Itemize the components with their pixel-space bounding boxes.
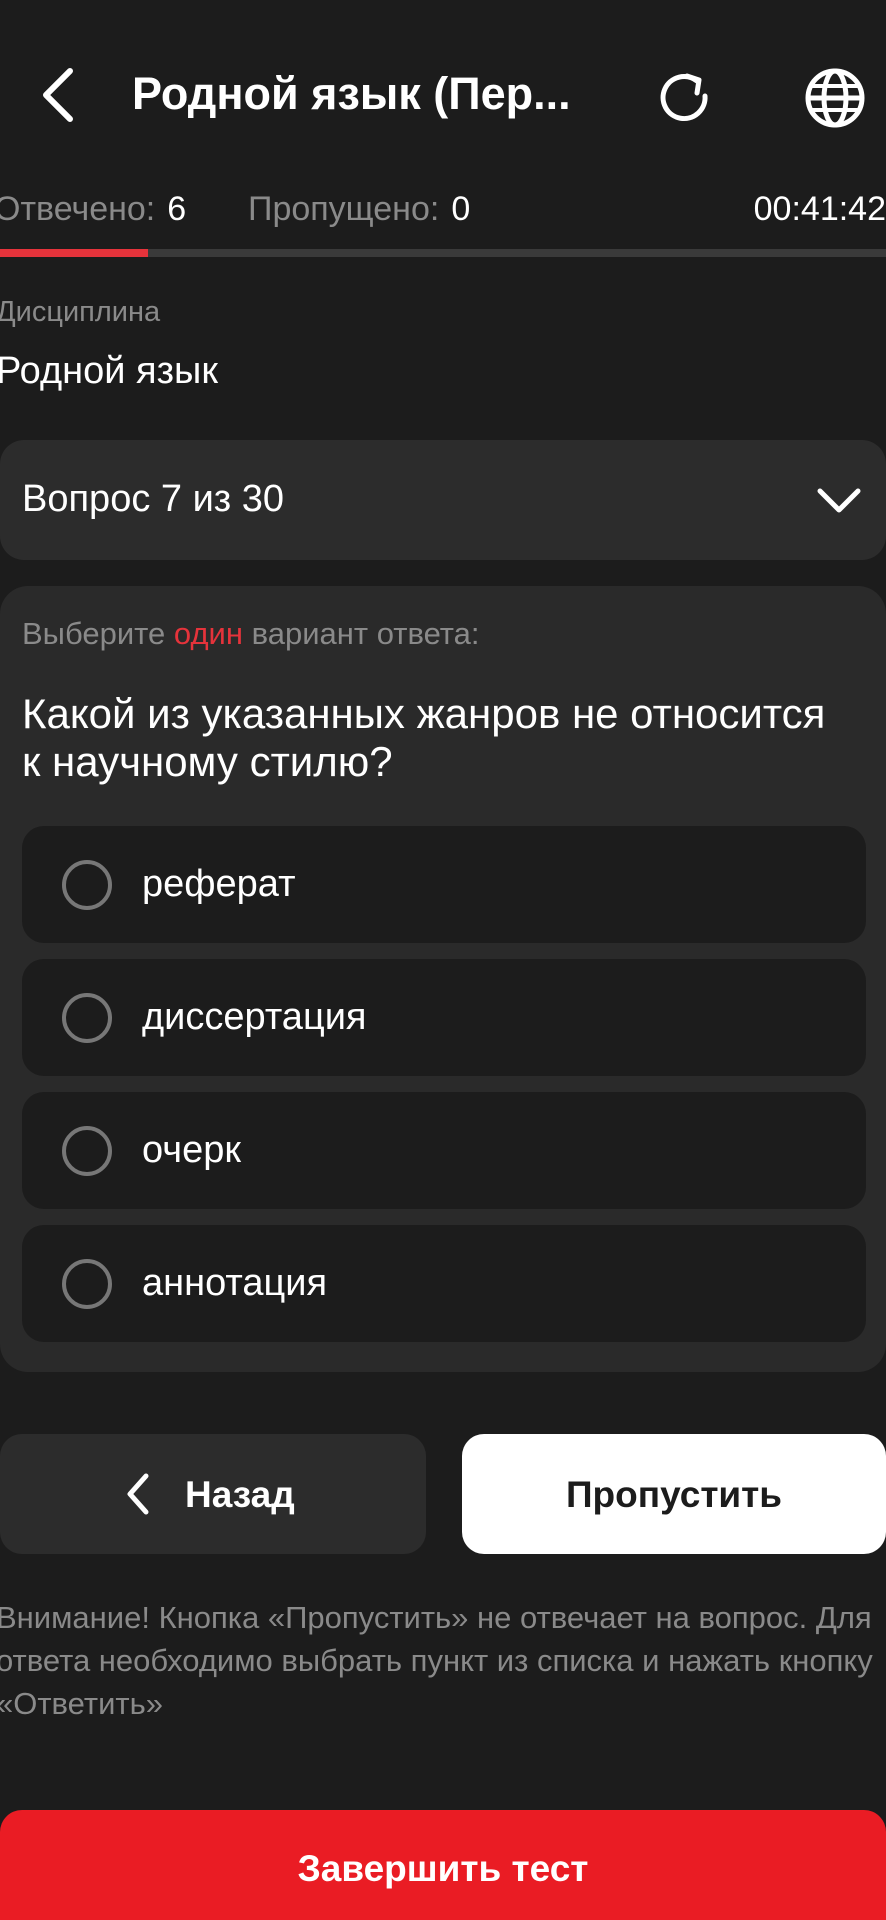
answer-option-label: очерк bbox=[142, 1129, 241, 1171]
header: Родной язык (Пер... bbox=[0, 0, 886, 195]
question-selector[interactable]: Вопрос 7 из 30 bbox=[0, 440, 886, 560]
progress-fill bbox=[0, 249, 148, 257]
answered-count: 6 bbox=[167, 190, 187, 228]
answer-option[interactable]: аннотация bbox=[22, 1225, 866, 1342]
question-selector-label: Вопрос 7 из 30 bbox=[22, 478, 285, 520]
globe-icon bbox=[805, 68, 865, 128]
skipped-stat: Пропущено: 0 bbox=[248, 190, 470, 229]
skip-button[interactable]: Пропустить bbox=[462, 1434, 886, 1554]
answer-instruction: Выберите один вариант ответа: bbox=[22, 616, 480, 652]
answer-option-label: аннотация bbox=[142, 1262, 328, 1304]
answer-option-label: диссертация bbox=[142, 996, 367, 1038]
chevron-left-icon bbox=[43, 68, 73, 122]
skip-notice: Внимание! Кнопка «Пропустить» не отвечае… bbox=[0, 1600, 873, 1721]
answer-option-label: реферат bbox=[142, 863, 296, 905]
answered-label: Отвечено: bbox=[0, 190, 156, 228]
discipline-label: Дисциплина bbox=[0, 296, 161, 328]
discipline-value: Родной язык bbox=[0, 350, 218, 392]
page-title: Родной язык (Пер... bbox=[132, 68, 571, 119]
chevron-left-icon bbox=[127, 1473, 149, 1515]
skipped-label: Пропущено: bbox=[248, 190, 440, 228]
radio-button[interactable] bbox=[62, 1126, 112, 1176]
finish-test-label: Завершить тест bbox=[297, 1848, 589, 1889]
instruction-highlight: один bbox=[173, 616, 243, 651]
radio-button[interactable] bbox=[62, 1259, 112, 1309]
progress-bar bbox=[0, 249, 886, 257]
back-button[interactable]: Назад bbox=[0, 1434, 426, 1554]
answer-options: реферат диссертация очерк аннотация bbox=[22, 826, 866, 1358]
refresh-icon bbox=[660, 73, 708, 122]
chevron-down-icon bbox=[817, 488, 861, 513]
timer: 00:41:42 bbox=[753, 190, 886, 228]
refresh-button[interactable] bbox=[645, 58, 725, 138]
skip-button-label: Пропустить bbox=[565, 1474, 783, 1515]
radio-button[interactable] bbox=[62, 860, 112, 910]
skipped-count: 0 bbox=[451, 190, 471, 228]
stats-bar: Отвечено: 6 Пропущено: 0 00:41:42 bbox=[0, 190, 886, 234]
instruction-prefix: Выберите bbox=[22, 616, 166, 651]
answered-stat: Отвечено: 6 bbox=[0, 190, 186, 229]
answer-option[interactable]: реферат bbox=[22, 826, 866, 943]
back-button-label: Назад bbox=[185, 1474, 295, 1515]
language-button[interactable] bbox=[795, 58, 875, 138]
finish-test-button[interactable]: Завершить тест bbox=[0, 1810, 886, 1920]
answer-option[interactable]: очерк bbox=[22, 1092, 866, 1209]
instruction-suffix: вариант ответа: bbox=[251, 616, 480, 651]
answer-option[interactable]: диссертация bbox=[22, 959, 866, 1076]
question-text: Какой из указанных жанров не относится к… bbox=[22, 690, 826, 785]
back-icon-button[interactable] bbox=[18, 55, 98, 135]
question-card: Выберите один вариант ответа: Какой из у… bbox=[0, 586, 886, 1372]
radio-button[interactable] bbox=[62, 993, 112, 1043]
